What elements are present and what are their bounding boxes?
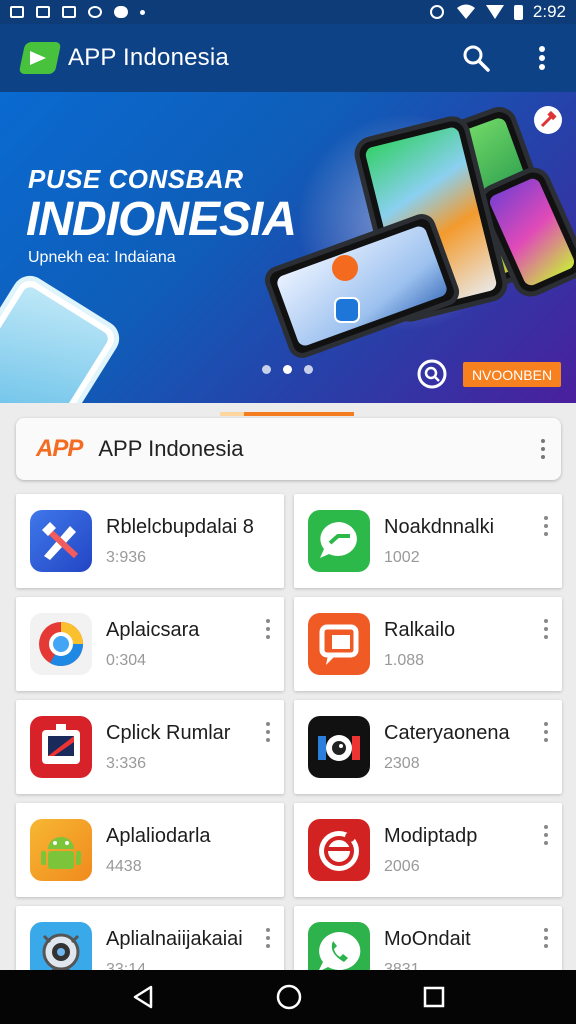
edit-tools-icon [30,510,92,572]
browser-icon [30,613,92,675]
shield-icon [88,6,102,18]
app-name: Aplaliodarla [106,824,211,847]
carousel-dot[interactable] [304,365,313,374]
banner-search-button[interactable] [416,358,448,390]
app-meta: 3:336 [106,754,147,772]
photo-frame-icon [30,716,92,778]
app-menu-button[interactable] [544,619,548,639]
cloud-icon [114,6,128,18]
app-meta: 1002 [384,548,420,566]
app-name: Aplialnaiijakaiai [106,927,243,950]
app-card[interactable]: Rblelcbupdalai 8 3:936 [16,494,284,588]
notification-icons [10,6,145,18]
notification-icon [10,6,24,18]
app-card[interactable]: Noakdnnalki 1002 [294,494,562,588]
app-name: Cateryaonena [384,721,510,744]
floating-app-icon [332,255,358,281]
carousel-dot[interactable] [262,365,271,374]
banner-subtitle: PUSE CONSBAR [28,164,244,194]
app-name: Aplaicsara [106,618,200,641]
more-notifications-icon [140,9,145,15]
message-icon [308,613,370,675]
back-button[interactable] [129,983,157,1011]
app-meta: 4438 [106,857,142,875]
sync-icon [429,5,444,19]
recents-button[interactable] [421,984,447,1010]
app-name: Modiptadp [384,824,478,847]
tab-indicator [220,412,354,416]
banner-action-button[interactable]: NVOONBEN [463,362,561,387]
floating-app-icon [334,297,360,323]
spiral-icon [308,819,370,881]
banner-title: INDIONESIA [26,193,297,246]
battery-icon [513,4,523,20]
clock: 2:92 [532,2,566,21]
section-menu-button[interactable] [541,439,545,459]
overflow-menu-button[interactable] [526,42,558,74]
app-menu-button[interactable] [544,928,548,948]
app-name: Cplick Rumlar [106,721,231,744]
status-bar: 2:92 [0,0,576,24]
app-card[interactable]: Ralkailo 1.088 [294,597,562,691]
app-bar: APP Indonesia [0,24,576,92]
app-card[interactable]: Aplaliodarla 4438 [16,803,284,897]
home-button[interactable] [274,982,304,1012]
app-menu-button[interactable] [266,722,270,742]
app-menu-button[interactable] [544,722,548,742]
app-meta: 2308 [384,754,420,772]
section-header[interactable]: APP APP Indonesia [16,418,561,480]
app-meta: 2006 [384,857,420,875]
app-title: APP Indonesia [68,44,229,71]
app-menu-button[interactable] [266,619,270,639]
banner-tagline: Upnekh ea: Indaiana [28,249,176,266]
app-name: Ralkailo [384,618,456,641]
search-icon [463,45,490,72]
carousel-indicator [262,365,313,374]
app-grid: Rblelcbupdalai 8 3:936 Noakdnnalki 1002 … [16,494,562,1000]
signal-icon [485,5,504,19]
app-card[interactable]: Cplick Rumlar 3:336 [16,700,284,794]
app-name: Noakdnnalki [384,515,495,538]
more-vert-icon [539,46,545,70]
app-card[interactable]: Aplaicsara 0:304 [16,597,284,691]
app-meta: 0:304 [106,651,147,669]
image-icon [36,6,50,18]
wifi-icon [456,4,475,19]
app-card[interactable]: Cateryaonena 2308 [294,700,562,794]
promo-banner[interactable]: PUSE CONSBAR INDIONESIA Upnekh ea: Indai… [0,92,576,403]
android-icon [30,819,92,881]
app-logo-icon [18,40,62,76]
chat-bubble-icon [308,510,370,572]
app-meta: 3:936 [106,548,147,566]
tools-button[interactable] [534,106,562,134]
app-menu-button[interactable] [266,928,270,948]
app-menu-button[interactable] [544,825,548,845]
phone-illustration [0,269,126,403]
app-badge: APP [36,435,83,462]
section-title: APP Indonesia [98,436,244,461]
carousel-dot-active[interactable] [283,365,292,374]
app-menu-button[interactable] [544,516,548,536]
search-icon [417,359,447,389]
search-button[interactable] [460,42,492,74]
camera-lens-icon [308,716,370,778]
calendar-icon [62,6,76,18]
system-nav-bar [0,970,576,1024]
app-name: Rblelcbupdalai 8 [106,515,254,538]
app-name: MoOndait [384,927,471,950]
hammer-icon [540,111,557,128]
app-meta: 1.088 [384,651,425,669]
app-card[interactable]: Modiptadp 2006 [294,803,562,897]
